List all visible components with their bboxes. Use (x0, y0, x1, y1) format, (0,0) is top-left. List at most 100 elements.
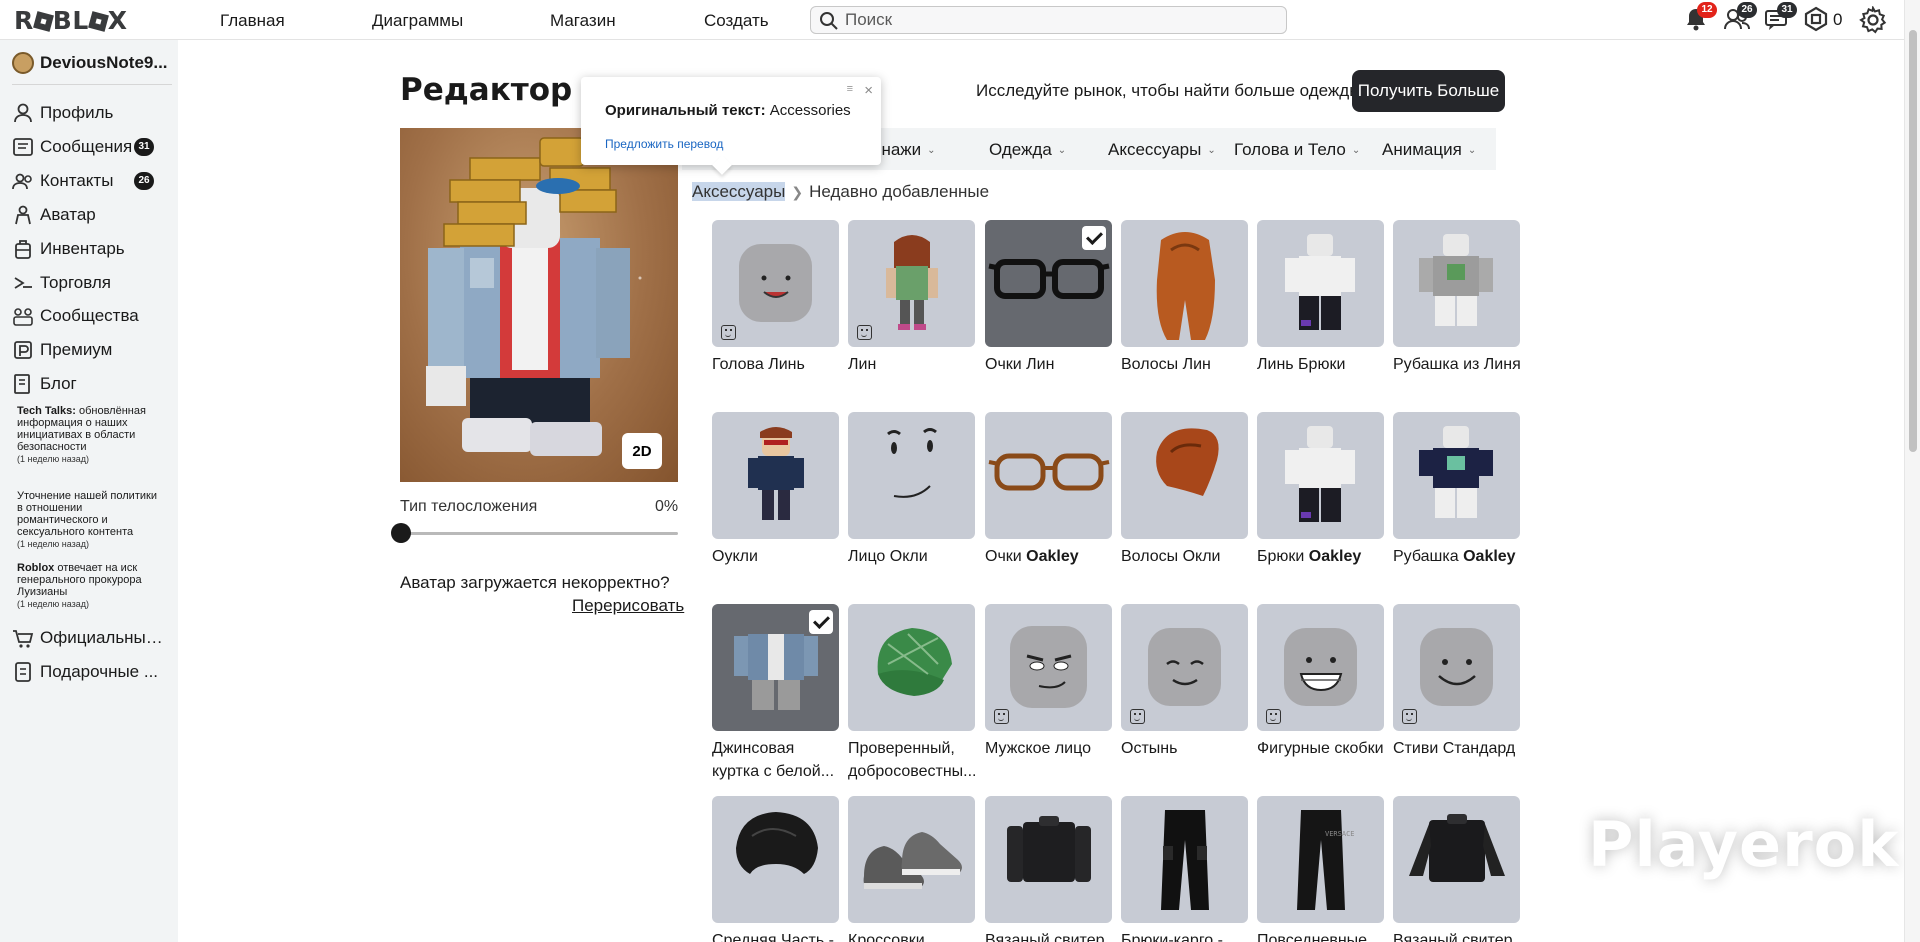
user-profile-link[interactable]: DeviousNote9... (12, 52, 172, 85)
breadcrumb-accessories[interactable]: Аксессуары (692, 182, 786, 201)
item-thumbnail[interactable] (1257, 220, 1384, 347)
close-icon[interactable]: × (864, 82, 873, 99)
item-name[interactable]: Очки Oakley (985, 545, 1115, 568)
sidebar-item[interactable]: Сообщения 31 (12, 134, 172, 160)
tab-characters[interactable]: онажи ⌄ (872, 140, 936, 160)
nav-home[interactable]: Главная (220, 11, 285, 31)
item-name[interactable]: Джинсовая куртка с белой... (712, 737, 842, 783)
item-thumbnail[interactable] (1393, 220, 1520, 347)
item-thumbnail[interactable] (1121, 796, 1248, 923)
item-thumbnail[interactable] (712, 220, 839, 347)
item-name[interactable]: Брюки-карго - (1121, 929, 1251, 942)
item-thumbnail[interactable] (1393, 412, 1520, 539)
item-name[interactable]: Лин (848, 353, 978, 376)
messages-button[interactable]: 31 (1763, 2, 1797, 36)
blog-post-link[interactable]: Roblox отвечает на иск генерального прок… (17, 562, 157, 610)
blog-post-link[interactable]: Tech Talks: обновлённая информация о наш… (17, 405, 157, 465)
item-name[interactable]: Мужское лицо (985, 737, 1115, 760)
item-name[interactable]: Оукли (712, 545, 842, 568)
item-name[interactable]: Рубашка из Линя (1393, 353, 1523, 376)
tab-clothing[interactable]: Одежда ⌄ (989, 140, 1066, 160)
item-thumbnail[interactable] (985, 412, 1112, 539)
checkmark-icon[interactable] (809, 610, 833, 634)
sidebar-item[interactable]: Торговля (12, 270, 172, 296)
sidebar-item[interactable]: Блог (12, 371, 172, 397)
item-thumbnail[interactable] (848, 412, 975, 539)
nav-create[interactable]: Создать (704, 11, 769, 31)
robux-balance: 0 (1833, 10, 1843, 29)
item-name[interactable]: Вязаный свитер (985, 929, 1115, 942)
search-input[interactable] (845, 9, 1275, 31)
sidebar-item[interactable]: Сообщества (12, 303, 172, 329)
item-name[interactable]: Лицо Окли (848, 545, 978, 568)
page-scrollbar[interactable] (1904, 0, 1920, 942)
checkmark-icon[interactable] (1082, 226, 1106, 250)
avatar-thumbnail (12, 52, 34, 74)
scrollbar-thumb[interactable] (1909, 30, 1917, 452)
item-name[interactable]: Остынь (1121, 737, 1251, 760)
item-thumbnail[interactable] (985, 796, 1112, 923)
item-name[interactable]: Кроссовки (848, 929, 978, 942)
roblox-logo[interactable]: R BL X (14, 6, 128, 35)
redraw-link[interactable]: Перерисовать (572, 596, 684, 616)
item-thumbnail[interactable] (1121, 604, 1248, 731)
item-thumbnail[interactable] (1257, 412, 1384, 539)
sidebar-item[interactable]: Официальный... (12, 625, 172, 651)
item-name[interactable]: Средняя Часть - (712, 929, 842, 942)
item-image (863, 832, 962, 889)
avatar-preview[interactable] (400, 128, 678, 482)
item-name[interactable]: Рубашка Oakley (1393, 545, 1523, 568)
settings-button[interactable] (1859, 5, 1889, 36)
item-thumbnail[interactable] (1393, 796, 1520, 923)
robux-button[interactable] (1803, 6, 1833, 36)
sidebar-item[interactable]: Аватар (12, 202, 172, 228)
chevron-right-icon: ❯ (791, 184, 804, 200)
notifications-button[interactable]: 12 (1683, 2, 1717, 36)
item-thumbnail[interactable] (985, 604, 1112, 731)
menu-icon[interactable]: ≡ (847, 83, 853, 95)
item-thumbnail[interactable] (1121, 412, 1248, 539)
item-name[interactable]: Вязаный свитер (1393, 929, 1523, 942)
item-name[interactable]: Стиви Стандард (1393, 737, 1523, 760)
get-more-button[interactable]: Получить Больше (1352, 70, 1505, 112)
search-box[interactable] (810, 6, 1287, 34)
item-name[interactable]: Брюки Oakley (1257, 545, 1387, 568)
body-type-slider-thumb[interactable] (391, 523, 411, 543)
item-thumbnail[interactable] (848, 220, 975, 347)
item-name[interactable]: Волосы Лин (1121, 353, 1251, 376)
item-name[interactable]: Повседневные (1257, 929, 1387, 942)
item-name[interactable]: Линь Брюки (1257, 353, 1387, 376)
item-thumbnail[interactable]: VERSACE (1257, 796, 1384, 923)
sidebar-item[interactable]: Премиум (12, 337, 172, 363)
toggle-2d-button[interactable]: 2D (622, 433, 662, 469)
friends-button[interactable]: 26 (1723, 2, 1757, 36)
item-name-text: Рубашка (1393, 548, 1459, 565)
item-thumbnail[interactable] (1121, 220, 1248, 347)
nav-charts[interactable]: Диаграммы (372, 11, 463, 31)
item-thumbnail[interactable] (848, 604, 975, 731)
item-thumbnail[interactable] (1257, 604, 1384, 731)
item-name[interactable]: Волосы Окли (1121, 545, 1251, 568)
item-thumbnail[interactable] (985, 220, 1112, 347)
tab-animation[interactable]: Анимация ⌄ (1382, 140, 1476, 160)
item-thumbnail[interactable] (1393, 604, 1520, 731)
item-image (1007, 816, 1091, 882)
item-thumbnail[interactable] (848, 796, 975, 923)
sidebar-item[interactable]: Инвентарь (12, 236, 172, 262)
nav-marketplace[interactable]: Магазин (550, 11, 616, 31)
item-name[interactable]: Проверенный, добросовестны... (848, 737, 978, 783)
tab-accessories[interactable]: Аксессуары ⌄ (1108, 140, 1216, 160)
body-type-slider[interactable] (400, 532, 678, 535)
suggest-translation-link[interactable]: Предложить перевод (605, 137, 723, 151)
item-thumbnail[interactable] (712, 604, 839, 731)
sidebar-item[interactable]: Профиль (12, 100, 172, 126)
sidebar-item[interactable]: Подарочные ... (12, 659, 172, 685)
item-thumbnail[interactable] (712, 412, 839, 539)
sidebar-item[interactable]: Контакты 26 (12, 168, 172, 194)
item-name[interactable]: Очки Лин (985, 353, 1115, 376)
item-thumbnail[interactable] (712, 796, 839, 923)
blog-post-link[interactable]: Уточнение нашей политики в отношении ром… (17, 490, 157, 550)
tab-head-body[interactable]: Голова и Тело ⌄ (1234, 140, 1360, 160)
item-name[interactable]: Голова Линь (712, 353, 842, 376)
item-name[interactable]: Фигурные скобки (1257, 737, 1387, 760)
